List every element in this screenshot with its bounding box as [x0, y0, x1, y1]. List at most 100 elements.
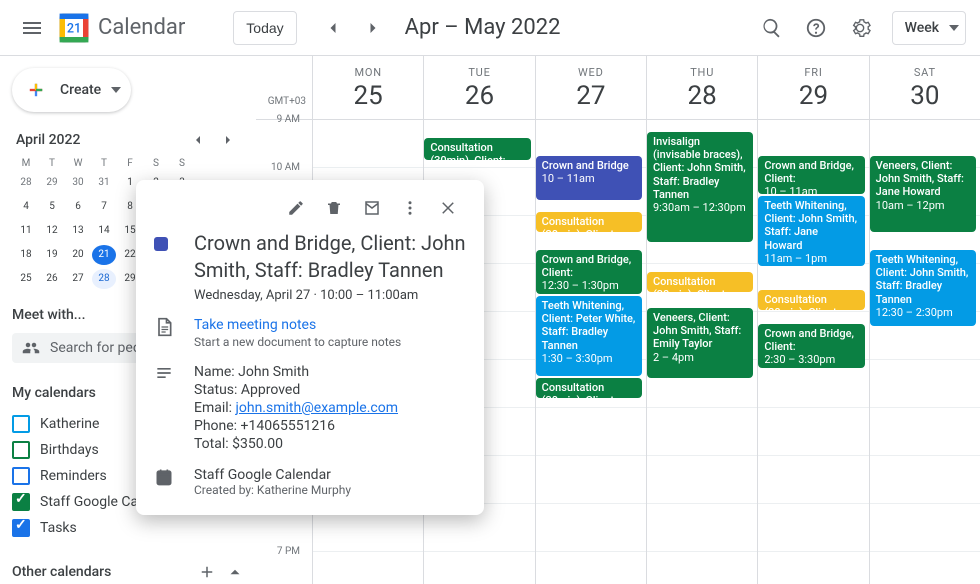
- settings-button[interactable]: [840, 8, 880, 48]
- prev-period-button[interactable]: [317, 12, 349, 44]
- create-button[interactable]: Create: [12, 68, 131, 112]
- mini-day[interactable]: 30: [66, 173, 90, 193]
- mini-day[interactable]: 7: [92, 197, 116, 217]
- event-calendar-name: Staff Google Calendar: [194, 467, 466, 483]
- calendar-event[interactable]: Consultation (30min), Client:: [536, 212, 642, 232]
- mini-day[interactable]: 21: [92, 245, 116, 265]
- day-header[interactable]: TUE26: [423, 56, 534, 119]
- delete-event-button[interactable]: [316, 190, 352, 226]
- app-header: 21 Calendar Today Apr – May 2022 Week: [0, 0, 980, 56]
- calendar-event[interactable]: Crown and Bridge, Client:2:30 – 3:30pm: [758, 324, 864, 368]
- gear-icon: [849, 17, 871, 39]
- mini-prev-button[interactable]: [186, 128, 210, 152]
- calendar-event[interactable]: Crown and Bridge, Client:10 – 11am: [758, 156, 864, 194]
- day-number: 27: [536, 81, 646, 111]
- next-period-button[interactable]: [357, 12, 389, 44]
- mini-day[interactable]: 27: [66, 269, 90, 289]
- mini-day[interactable]: 28: [14, 173, 38, 193]
- timezone-label: GMT+03: [256, 56, 312, 119]
- trash-icon: [325, 199, 343, 217]
- calendar-event[interactable]: Veneers, Client: John Smith, Staff: Jane…: [870, 156, 976, 232]
- help-button[interactable]: [796, 8, 836, 48]
- calendar-event[interactable]: Consultation (30min), Client:: [424, 138, 530, 160]
- calendar-event[interactable]: Teeth Whitening, Client: John Smith, Sta…: [870, 250, 976, 326]
- mini-next-button[interactable]: [216, 128, 240, 152]
- calendar-event[interactable]: Crown and Bridge10 – 11am: [536, 156, 642, 200]
- calendar-event[interactable]: Crown and Bridge, Client:12:30 – 1:30pm: [536, 250, 642, 294]
- mini-day[interactable]: 12: [40, 221, 64, 241]
- client-email-link[interactable]: john.smith@example.com: [236, 400, 398, 416]
- view-label: Week: [905, 20, 939, 36]
- day-header[interactable]: SAT30: [869, 56, 980, 119]
- close-icon: [439, 199, 457, 217]
- calendar-event[interactable]: Veneers, Client: John Smith, Staff: Emil…: [647, 308, 753, 378]
- date-navigation: [317, 12, 389, 44]
- hour-label: 9 AM: [277, 114, 300, 125]
- notes-icon: [154, 317, 178, 349]
- checkbox[interactable]: [12, 519, 30, 537]
- checkbox[interactable]: [12, 493, 30, 511]
- checkbox[interactable]: [12, 415, 30, 433]
- checkbox[interactable]: [12, 441, 30, 459]
- mini-day[interactable]: 31: [92, 173, 116, 193]
- calendar-event[interactable]: Consultation (30min), Client:: [647, 272, 753, 292]
- calendar-event[interactable]: Consultation (30min), Client:: [758, 290, 864, 310]
- day-header[interactable]: FRI29: [757, 56, 868, 119]
- event-description: Name: John Smith Status: Approved Email:…: [194, 363, 466, 453]
- day-number: 25: [313, 81, 423, 111]
- checkbox[interactable]: [12, 467, 30, 485]
- chevron-right-icon: [220, 132, 236, 148]
- day-column[interactable]: Crown and Bridge10 – 11am Consultation (3…: [535, 120, 646, 584]
- mini-day[interactable]: 6: [66, 197, 90, 217]
- mini-day[interactable]: 28: [92, 269, 116, 289]
- calendar-toggle[interactable]: Tasks: [12, 515, 244, 541]
- day-header[interactable]: WED27: [535, 56, 646, 119]
- mini-day[interactable]: 4: [14, 197, 38, 217]
- mini-day[interactable]: 29: [40, 173, 64, 193]
- hour-label: 7 PM: [277, 546, 300, 557]
- view-selector[interactable]: Week: [892, 11, 966, 45]
- day-column[interactable]: Veneers, Client: John Smith, Staff: Jane…: [869, 120, 980, 584]
- calendar-event[interactable]: Invisalign (invisable braces), Client: J…: [647, 132, 753, 242]
- mini-day[interactable]: 18: [14, 245, 38, 265]
- event-title: Crown and Bridge, Client: John Smith, St…: [194, 230, 466, 284]
- today-button[interactable]: Today: [233, 11, 296, 45]
- calendar-event[interactable]: Teeth Whitening, Client: Peter White, St…: [536, 296, 642, 376]
- email-guests-button[interactable]: [354, 190, 390, 226]
- close-popup-button[interactable]: [430, 190, 466, 226]
- mini-day[interactable]: 20: [66, 245, 90, 265]
- mini-day[interactable]: 26: [40, 269, 64, 289]
- dow-label: SAT: [870, 66, 980, 79]
- day-header[interactable]: MON25: [312, 56, 423, 119]
- mini-dow: M: [14, 158, 38, 169]
- mini-dow: W: [66, 158, 90, 169]
- other-calendars-header[interactable]: Other calendars: [12, 563, 244, 581]
- options-button[interactable]: [392, 190, 428, 226]
- plus-icon[interactable]: [198, 563, 216, 581]
- hamburger-icon: [20, 16, 44, 40]
- day-column[interactable]: Invisalign (invisable braces), Client: J…: [646, 120, 757, 584]
- day-column[interactable]: Crown and Bridge, Client:10 – 11amTeeth …: [757, 120, 868, 584]
- take-notes-link[interactable]: Take meeting notes: [194, 317, 466, 333]
- mini-day[interactable]: 19: [40, 245, 64, 265]
- search-button[interactable]: [752, 8, 792, 48]
- mini-day[interactable]: 14: [92, 221, 116, 241]
- mini-day[interactable]: 5: [40, 197, 64, 217]
- dow-label: THU: [647, 66, 757, 79]
- mini-day[interactable]: 11: [14, 221, 38, 241]
- plus-icon: [22, 76, 50, 104]
- calendar-label: Katherine: [40, 416, 99, 432]
- dow-label: TUE: [424, 66, 534, 79]
- date-range-label: Apr – May 2022: [405, 15, 561, 40]
- edit-event-button[interactable]: [278, 190, 314, 226]
- calendar-label: Birthdays: [40, 442, 99, 458]
- chevron-up-icon[interactable]: [226, 563, 244, 581]
- day-header[interactable]: THU28: [646, 56, 757, 119]
- mini-day[interactable]: 13: [66, 221, 90, 241]
- main-menu-button[interactable]: [8, 4, 56, 52]
- more-vert-icon: [401, 199, 419, 217]
- mini-day[interactable]: 25: [14, 269, 38, 289]
- calendar-event[interactable]: Consultation (30min), Client:: [536, 378, 642, 398]
- calendar-event[interactable]: Teeth Whitening, Client: John Smith, Sta…: [758, 196, 864, 266]
- description-icon: [154, 363, 178, 453]
